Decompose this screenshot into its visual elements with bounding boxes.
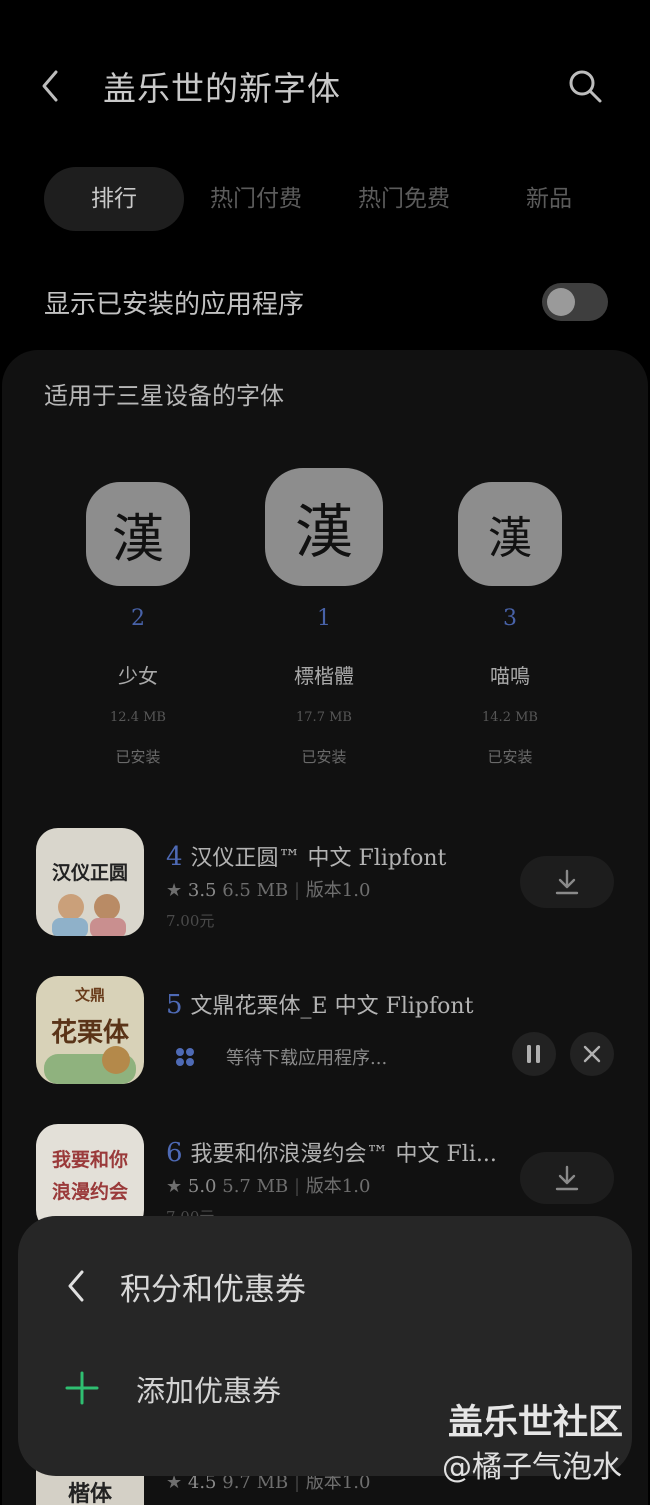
watermark-community: 盖乐世社区: [448, 1403, 624, 1443]
show-installed-label: 显示已安装的应用程序: [44, 290, 305, 320]
show-installed-toggle[interactable]: [542, 283, 608, 321]
font-glyph-icon: 漢: [265, 468, 383, 586]
thumbnail-text: 我要和你 浪漫约会: [51, 1149, 128, 1203]
add-coupon-button[interactable]: 添加优惠券: [136, 1368, 281, 1410]
app-size: 5.7 MB: [222, 1176, 289, 1197]
app-rating: 5.0: [187, 1176, 217, 1197]
thumbnail-text: 文鼎: [74, 986, 105, 1004]
app-price: 7.00元: [166, 912, 215, 930]
star-icon: ★: [166, 1176, 183, 1197]
font-size: 12.4 MB: [110, 710, 166, 725]
app-rank: 6: [166, 1138, 183, 1168]
font-glyph-icon: 漢: [458, 482, 562, 586]
tab-ranking[interactable]: 排行: [44, 167, 184, 231]
app-thumbnail: 文鼎 花栗体: [36, 976, 144, 1084]
font-glyph-icon: 漢: [86, 482, 190, 586]
show-installed-row: 显示已安装的应用程序: [44, 280, 608, 324]
header: 盖乐世的新字体: [0, 0, 650, 175]
thumbnail-text: 楷体: [67, 1481, 112, 1505]
font-name: 喵鳴: [490, 664, 530, 688]
chevron-left-icon[interactable]: [36, 66, 72, 106]
pause-icon: [527, 1045, 540, 1063]
font-name: 少女: [118, 664, 158, 688]
font-name: 標楷體: [294, 664, 354, 688]
app-version: 版本1.0: [305, 880, 371, 901]
list-item[interactable]: 汉仪正圆 4 汉仪正圆™ 中文 Flipfont ★ 3.5 6.5 MB | 版…: [36, 828, 616, 938]
download-icon: [555, 869, 579, 895]
app-title: 5 文鼎花栗体_E 中文 Flipfont: [166, 988, 473, 1020]
download-button[interactable]: [520, 1152, 614, 1204]
section-title: 适用于三星设备的字体: [44, 382, 284, 410]
watermark-author: @橘子气泡水: [442, 1450, 622, 1485]
font-rank: 2: [131, 606, 145, 631]
search-icon[interactable]: [565, 66, 605, 106]
thumbnail-text: 花栗体: [50, 1018, 129, 1048]
apps-icon: [176, 1048, 194, 1066]
plus-icon[interactable]: [64, 1370, 100, 1406]
download-button[interactable]: [520, 856, 614, 908]
chevron-left-icon[interactable]: [62, 1266, 88, 1306]
installed-status: 已安装: [301, 748, 347, 766]
app-name: 文鼎花栗体_E 中文 Flipfont: [190, 994, 474, 1019]
star-icon: ★: [166, 880, 183, 901]
font-size: 14.2 MB: [482, 710, 538, 725]
app-name: 我要和你浪漫约会™ 中文 Fli...: [190, 1142, 497, 1167]
tab-new[interactable]: 新品: [484, 167, 614, 231]
cancel-button[interactable]: [570, 1032, 614, 1076]
pause-button[interactable]: [512, 1032, 556, 1076]
app-meta: ★ 3.5 6.5 MB | 版本1.0: [166, 880, 371, 901]
font-size: 17.7 MB: [296, 710, 352, 725]
font-rank: 1: [317, 606, 331, 631]
thumbnail-text: 汉仪正圆: [51, 862, 128, 884]
toggle-knob: [547, 288, 575, 316]
app-rank: 5: [166, 990, 183, 1020]
app-version: 版本1.0: [305, 1176, 371, 1197]
download-status: 等待下载应用程序...: [226, 1048, 388, 1069]
app-meta: ★ 5.0 5.7 MB | 版本1.0: [166, 1176, 371, 1197]
top-font-card[interactable]: 漢 2 少女 12.4 MB 已安装: [48, 470, 228, 766]
tab-top-free[interactable]: 热门免费: [338, 167, 470, 231]
download-icon: [555, 1165, 579, 1191]
app-rank: 4: [166, 842, 183, 872]
tab-top-paid[interactable]: 热门付费: [190, 167, 322, 231]
sheet-title: 积分和优惠券: [120, 1272, 306, 1308]
close-icon: [583, 1045, 601, 1063]
top-font-card[interactable]: 漢 1 標楷體 17.7 MB 已安装: [234, 468, 414, 766]
top-font-card[interactable]: 漢 3 喵鳴 14.2 MB 已安装: [420, 470, 600, 766]
page-title: 盖乐世的新字体: [103, 69, 341, 108]
app-title: 6 我要和你浪漫约会™ 中文 Fli...: [166, 1136, 497, 1168]
app-thumbnail: 汉仪正圆: [36, 828, 144, 936]
tab-bar: 排行 热门付费 热门免费 新品: [44, 167, 604, 231]
app-rating: 3.5: [187, 880, 217, 901]
app-title: 4 汉仪正圆™ 中文 Flipfont: [166, 840, 446, 872]
installed-status: 已安装: [115, 748, 161, 766]
list-item[interactable]: 文鼎 花栗体 5 文鼎花栗体_E 中文 Flipfont 等待下载应用程序...: [36, 976, 616, 1086]
app-size: 6.5 MB: [222, 880, 289, 901]
installed-status: 已安装: [487, 748, 533, 766]
app-name: 汉仪正圆™ 中文 Flipfont: [190, 846, 447, 871]
font-rank: 3: [503, 606, 517, 631]
